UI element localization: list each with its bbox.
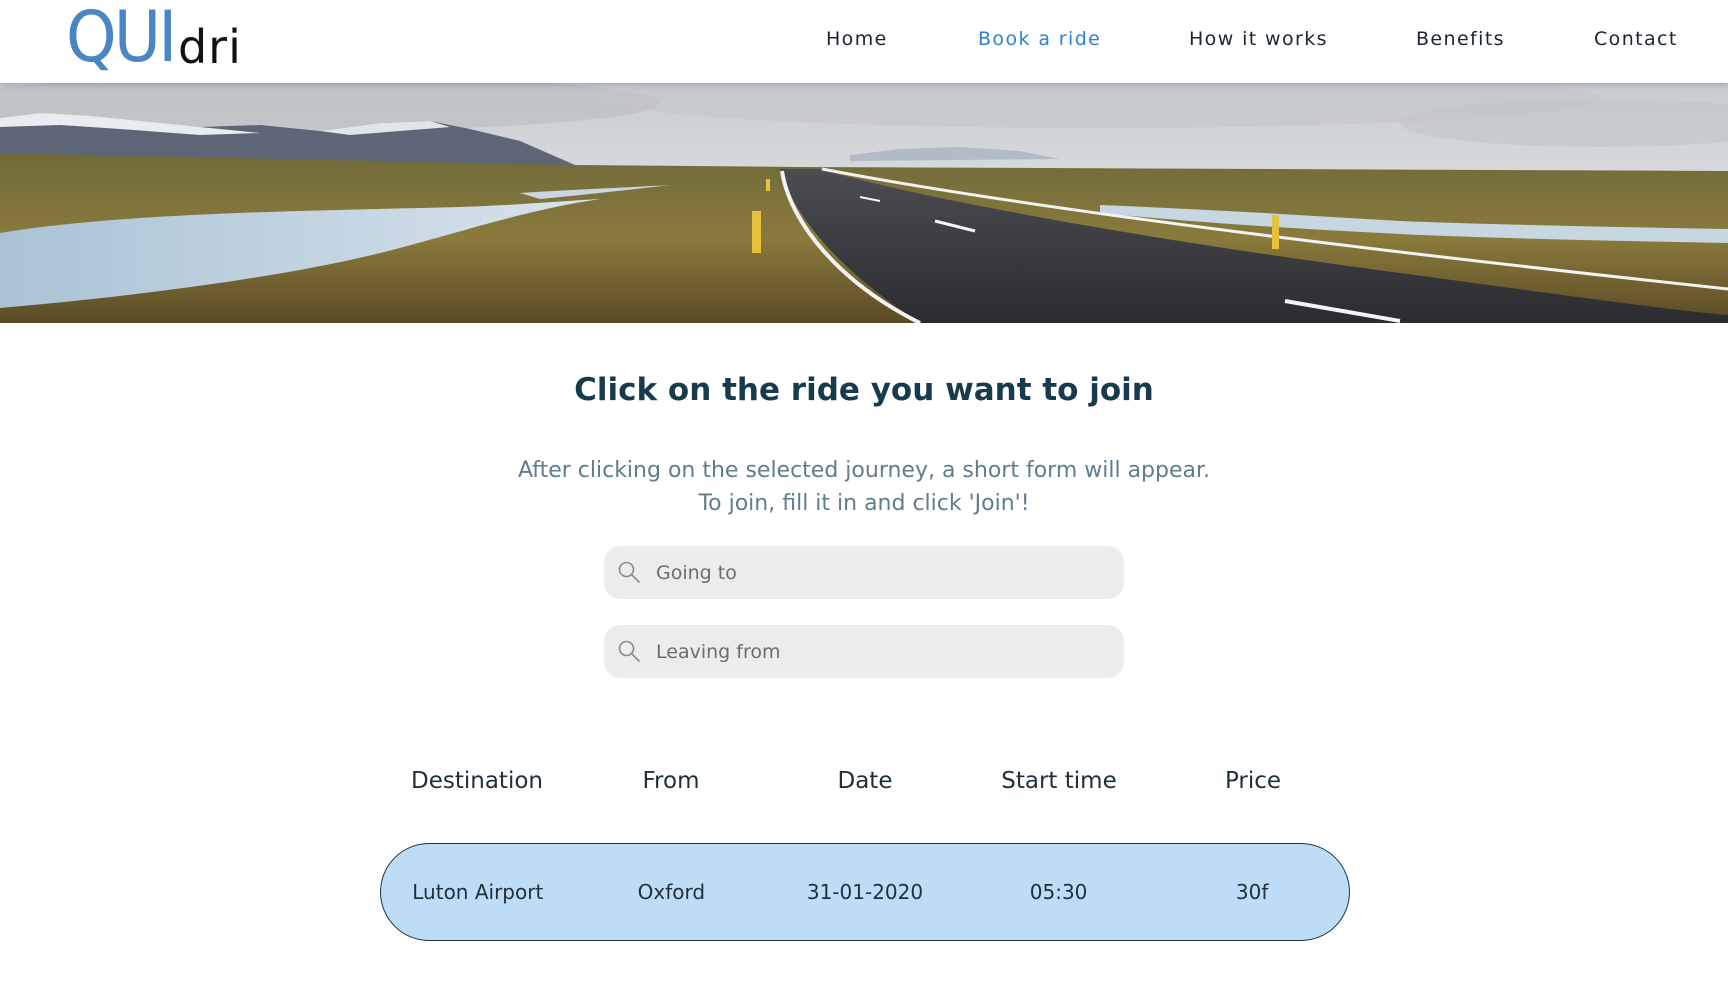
nav-home[interactable]: Home	[826, 28, 888, 50]
rides-table-header: Destination From Date Start time Price	[380, 768, 1350, 802]
header-date: Date	[837, 768, 893, 794]
header-start-time: Start time	[1001, 768, 1117, 794]
ride-start-time: 05:30	[1029, 880, 1088, 904]
search-icon	[618, 561, 640, 583]
site-header: QUI dri Home Book a ride How it works Be…	[0, 0, 1728, 83]
search-icon	[618, 640, 640, 662]
hero-banner	[0, 83, 1728, 323]
header-from: From	[642, 768, 700, 794]
nav-how-it-works[interactable]: How it works	[1189, 28, 1328, 50]
going-to-input[interactable]	[654, 546, 1104, 599]
page-subtitle: After clicking on the selected journey, …	[0, 454, 1728, 520]
header-destination: Destination	[411, 768, 543, 794]
nav-book-a-ride[interactable]: Book a ride	[978, 28, 1101, 50]
ride-row[interactable]: Luton Airport Oxford 31-01-2020 05:30 30…	[380, 843, 1350, 941]
leaving-from-search	[604, 625, 1124, 678]
ride-from: Oxford	[637, 880, 706, 904]
subtitle-line-1: After clicking on the selected journey, …	[517, 458, 1211, 483]
nav-contact[interactable]: Contact	[1594, 28, 1678, 50]
subtitle-line-2: To join, fill it in and click 'Join'!	[698, 491, 1030, 516]
road-landscape-image	[0, 83, 1728, 323]
leaving-from-input[interactable]	[654, 625, 1104, 678]
main-nav: Home Book a ride How it works Benefits C…	[0, 0, 1728, 83]
page-title: Click on the ride you want to join	[574, 372, 1154, 408]
nav-benefits[interactable]: Benefits	[1416, 28, 1505, 50]
ride-destination: Luton Airport	[412, 880, 544, 904]
header-price: Price	[1224, 768, 1282, 794]
ride-date: 31-01-2020	[806, 880, 924, 904]
going-to-search	[604, 546, 1124, 599]
ride-price: 30f	[1235, 880, 1269, 904]
